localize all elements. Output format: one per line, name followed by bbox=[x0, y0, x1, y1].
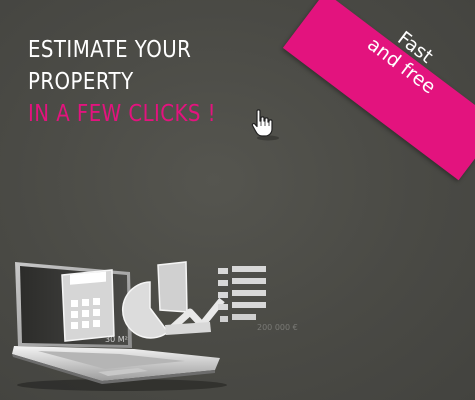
estimate-banner[interactable]: ESTIMATE YOUR PROPERTY IN A FEW CLICKS !… bbox=[0, 0, 475, 400]
headline-line-3: IN A FEW CLICKS ! bbox=[28, 101, 216, 127]
calculator-icon bbox=[61, 269, 115, 342]
headline-line-2: PROPERTY bbox=[28, 69, 134, 95]
screen-price-text: 200 000 € bbox=[257, 323, 298, 332]
hand-pointer-icon bbox=[251, 109, 279, 141]
headline: ESTIMATE YOUR PROPERTY IN A FEW CLICKS ! bbox=[28, 34, 216, 130]
laptop-illustration: 30 M² 200 000 € bbox=[12, 261, 298, 391]
list-icon bbox=[218, 266, 266, 322]
headline-line-1: ESTIMATE YOUR bbox=[28, 37, 192, 63]
